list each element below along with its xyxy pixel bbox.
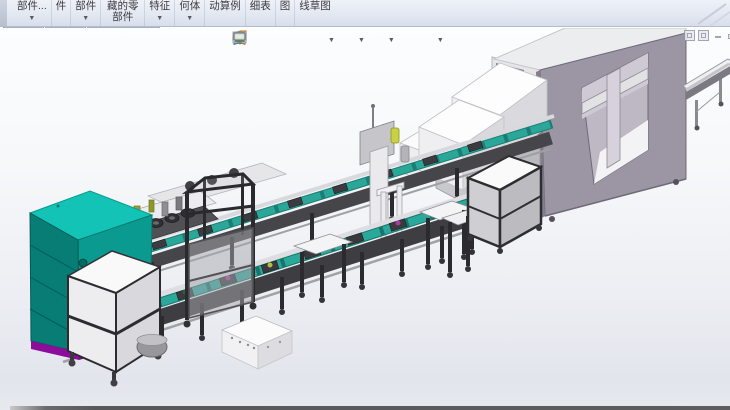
graphics-viewport[interactable]: ▼ ▼ ▼ ▼ [0, 28, 730, 410]
chevron-down-icon[interactable]: ▼ [358, 37, 365, 44]
chevron-down-icon[interactable]: ▼ [437, 37, 444, 44]
chevron-down-icon: ▼ [186, 14, 193, 23]
view-orientation-icon[interactable] [338, 32, 355, 48]
toolbar-button-reference-geometry[interactable]: 何体 ▼ [175, 0, 205, 26]
heads-up-view-toolbar: ▼ ▼ ▼ ▼ [232, 30, 464, 50]
chevron-down-icon: ▼ [82, 14, 89, 23]
edit-appearance-icon[interactable] [398, 32, 415, 48]
white-framed-cabinet [68, 251, 162, 387]
assembly-3d-model[interactable] [0, 28, 730, 410]
toolbar-button-insert-component[interactable]: 件 [52, 0, 72, 26]
zoom-to-area-icon[interactable] [251, 32, 268, 48]
toolbar-button-exploded-view[interactable]: 图 [276, 0, 296, 26]
command-manager-toolbar: 部件... ▼ 件 部件 ▼ 藏的零部件 特征 ▼ 何体 ▼ 动算例 细表 图 [0, 0, 730, 27]
previous-view-icon[interactable] [270, 32, 287, 48]
taskbar-edge [10, 406, 730, 410]
toolbar-button-component[interactable]: 部件 ▼ [71, 0, 101, 26]
chevron-down-icon: ▼ [156, 14, 163, 23]
chevron-down-icon[interactable]: ▼ [328, 37, 335, 44]
minimize-window-icon[interactable] [712, 30, 723, 41]
child-window-controls [684, 30, 730, 43]
cascade-window-icon[interactable] [698, 30, 709, 41]
hide-show-items-icon[interactable] [368, 32, 385, 48]
tile-window-icon[interactable] [684, 30, 695, 41]
toolbar-button-assembly-features[interactable]: 特征 ▼ [145, 0, 175, 26]
chevron-down-icon: ▼ [28, 14, 35, 23]
toolbar-button-bill-of-materials[interactable]: 细表 [246, 0, 276, 26]
application-window: 部件... ▼ 件 部件 ▼ 藏的零部件 特征 ▼ 何体 ▼ 动算例 细表 图 [0, 0, 730, 410]
section-view-icon[interactable] [289, 32, 306, 48]
toolbar-button-show-hidden-components[interactable]: 藏的零部件 [101, 0, 145, 26]
exit-conveyor [683, 59, 730, 131]
restore-window-icon[interactable] [726, 30, 730, 41]
floor-box [222, 316, 292, 369]
toolbar-button-explode-line-sketch[interactable]: 线草图 [295, 0, 335, 26]
toolbar-button-motion-study[interactable]: 动算例 [205, 0, 246, 26]
view-settings-icon[interactable] [447, 32, 464, 48]
corner-decoration [690, 0, 730, 26]
apply-scene-icon[interactable] [417, 32, 434, 48]
round-tank [137, 335, 167, 358]
toolbar-button-edit-component[interactable]: 部件... ▼ [13, 0, 52, 26]
toolbar-edge-icon [0, 0, 7, 26]
chevron-down-icon[interactable]: ▼ [388, 37, 395, 44]
annotation-views-icon[interactable] [308, 32, 325, 48]
